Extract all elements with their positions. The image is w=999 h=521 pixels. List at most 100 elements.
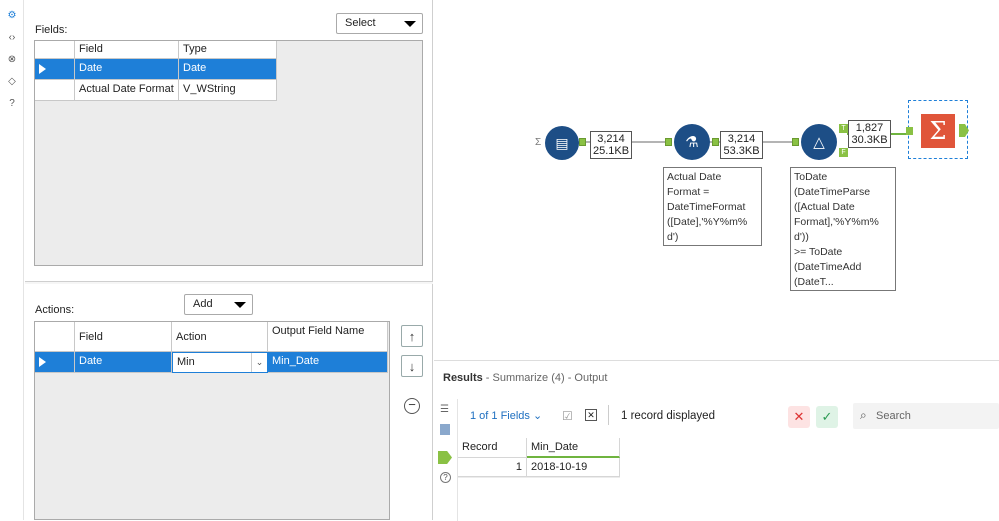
move-up-button[interactable]: ↑ (401, 325, 423, 347)
col-field[interactable]: Field (75, 322, 172, 352)
records-displayed: 1 record displayed (621, 410, 715, 422)
data-size: 30.3KB (851, 134, 888, 146)
arrow-up-icon: ↑ (408, 328, 416, 344)
results-table[interactable]: Record Min_Date 1 2018-10-19 (458, 438, 620, 478)
row-selector[interactable] (35, 352, 75, 373)
input-anchor[interactable] (906, 127, 913, 135)
table-row[interactable]: Date Min ⌄ Min_Date (35, 352, 388, 373)
output-anchor[interactable] (579, 138, 586, 146)
record-count-badge: 3,214 53.3KB (720, 131, 763, 159)
table-icon[interactable] (440, 424, 450, 435)
deselect-icon[interactable]: ✕ (585, 409, 597, 421)
tag-icon[interactable]: ◇ (5, 74, 19, 88)
record-cell[interactable]: 1 (458, 458, 527, 477)
record-count-badge: 1,827 30.3KB (848, 120, 891, 148)
actions-table-header: Field Action Output Field Name (35, 322, 388, 352)
arrow-down-icon: ↓ (408, 358, 416, 374)
search-icon: ⌕ (860, 408, 867, 422)
panel-divider[interactable] (25, 281, 433, 284)
true-anchor[interactable]: T (839, 124, 848, 133)
field-cell[interactable]: Date (75, 59, 179, 80)
chevron-down-icon[interactable]: ⌄ (251, 353, 267, 372)
output-anchor-icon[interactable] (438, 451, 452, 464)
table-row[interactable]: Actual Date Format V_WString (35, 80, 277, 101)
code-icon[interactable]: ‹› (5, 30, 19, 44)
filter-annotation: ToDate (DateTimeParse ([Actual Date Form… (790, 167, 896, 291)
output-cell[interactable]: Min_Date (268, 352, 388, 373)
field-cell[interactable]: Date (75, 352, 172, 373)
input-data-tool[interactable]: ▤ (545, 126, 579, 160)
add-dropdown[interactable]: Add (184, 294, 253, 315)
col-record[interactable]: Record (458, 438, 527, 458)
row-pointer-icon (39, 64, 46, 74)
col-field[interactable]: Field (75, 41, 179, 59)
col-output-field-name[interactable]: Output Field Name (268, 322, 388, 352)
type-cell[interactable]: Date (179, 59, 277, 80)
row-pointer-icon (39, 357, 46, 367)
workflow-canvas[interactable]: Σ ▤ 3,214 25.1KB ⚗ 3,214 53.3KB Actual D… (434, 0, 999, 360)
results-panel: Results - Summarize (4) - Output ☰ ? 1 o… (434, 360, 999, 521)
sigma-icon: Σ (929, 117, 947, 145)
action-select[interactable]: Min ⌄ (172, 352, 268, 373)
input-data-icon: ▤ (555, 134, 569, 151)
formula-annotation: Actual Date Format = DateTimeFormat ([Da… (663, 167, 762, 246)
results-subtitle: - Summarize (4) - Output (482, 372, 608, 384)
results-title: Results (443, 372, 483, 384)
type-cell[interactable]: V_WString (179, 80, 277, 101)
config-icon-bar: ⚙ ‹› ⊗ ◇ ? (0, 0, 24, 520)
row-selector[interactable] (35, 80, 75, 101)
list-icon[interactable]: ☰ (440, 404, 449, 415)
input-anchor[interactable] (792, 138, 799, 146)
table-row[interactable]: Date Date (35, 59, 277, 80)
fields-filter-dropdown[interactable]: 1 of 1 Fields ⌄ (470, 409, 542, 422)
col-min-date[interactable]: Min_Date (527, 438, 620, 458)
output-anchor[interactable] (712, 138, 719, 146)
fields-filter-label: 1 of 1 Fields (470, 410, 530, 422)
input-anchor-icon: Σ (535, 137, 542, 148)
data-size: 25.1KB (593, 145, 630, 157)
row-header-corner (35, 322, 75, 352)
row-header-corner (35, 41, 75, 59)
fields-table[interactable]: Field Type Date Date Actual Date Format … (34, 40, 423, 266)
remove-button[interactable]: − (401, 395, 423, 417)
action-value: Min (177, 356, 195, 368)
check-icon[interactable]: ✓ (816, 406, 838, 428)
actions-label: Actions: (35, 304, 75, 316)
false-anchor[interactable]: F (839, 148, 848, 157)
help-icon[interactable]: ? (5, 96, 19, 110)
chevron-down-icon: ⌄ (532, 410, 543, 422)
actions-table[interactable]: Field Action Output Field Name Date Min … (34, 321, 390, 520)
fields-table-header: Field Type (35, 41, 277, 59)
col-action[interactable]: Action (172, 322, 268, 352)
summarize-tool[interactable]: Σ (921, 114, 955, 148)
field-cell[interactable]: Actual Date Format (75, 80, 179, 101)
filter-triangle-icon: △ (813, 134, 825, 151)
add-dropdown-value: Add (193, 298, 213, 310)
move-down-button[interactable]: ↓ (401, 355, 423, 377)
select-dropdown[interactable]: Select (336, 13, 423, 34)
edit-checkbox-icon[interactable]: ☑ (562, 409, 573, 423)
input-anchor[interactable] (665, 138, 672, 146)
search-input[interactable]: ⌕ Search (853, 403, 999, 429)
results-header: Results - Summarize (4) - Output (443, 372, 607, 384)
filter-tool[interactable]: △ (801, 124, 837, 160)
col-type[interactable]: Type (179, 41, 277, 59)
select-dropdown-value: Select (345, 17, 376, 29)
search-placeholder: Search (876, 410, 911, 422)
close-circle-icon[interactable]: ⊗ (5, 52, 19, 66)
data-size: 53.3KB (723, 145, 760, 157)
record-count-badge: 3,214 25.1KB (590, 131, 632, 159)
chevron-down-icon (234, 302, 246, 308)
formula-tool[interactable]: ⚗ (674, 124, 710, 160)
toolbar-divider (608, 405, 609, 425)
close-icon[interactable]: ✕ (788, 406, 810, 428)
help-icon[interactable]: ? (440, 472, 451, 483)
chevron-down-icon (404, 21, 416, 27)
gear-icon[interactable]: ⚙ (5, 8, 19, 22)
record-count: 3,214 (597, 133, 625, 145)
minus-circle-icon: − (404, 398, 420, 414)
min-date-cell[interactable]: 2018-10-19 (527, 458, 620, 477)
row-selector[interactable] (35, 59, 75, 80)
record-count: 3,214 (727, 133, 756, 145)
configuration-panel: Fields: Select Field Type Date Date Actu… (25, 0, 433, 520)
